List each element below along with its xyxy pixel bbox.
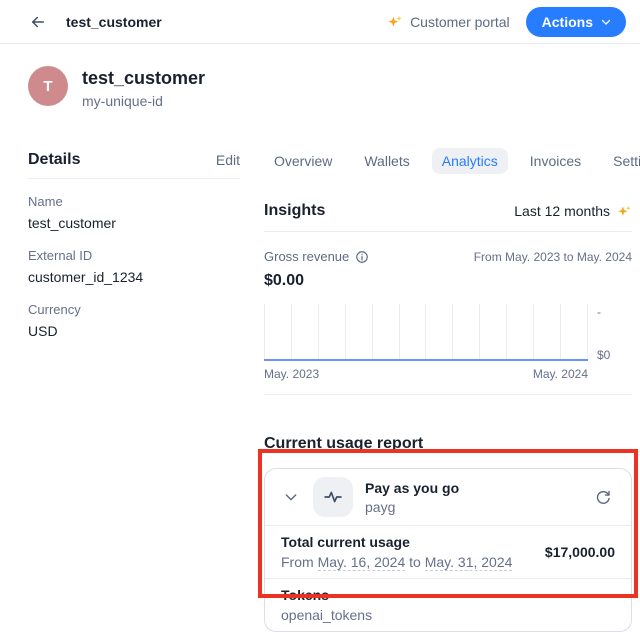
chart-zero-line	[264, 359, 588, 361]
insights-title: Insights	[264, 200, 325, 222]
period-selector[interactable]: Last 12 months	[514, 203, 632, 219]
period-end-date[interactable]: May. 31, 2024	[425, 554, 513, 571]
actions-label: Actions	[542, 14, 593, 30]
detail-field-external-id: External ID customer_id_1234	[28, 247, 240, 287]
metric-usage-row: Tokens openai_tokens	[265, 578, 631, 631]
gross-revenue-chart: May. 2023 May. 2024 - $0	[264, 304, 632, 381]
pulse-icon	[323, 487, 343, 507]
usage-report-title: Current usage report	[264, 433, 632, 455]
info-icon[interactable]	[355, 250, 369, 264]
usage-report-card: Pay as you go payg Total current usage F…	[264, 468, 632, 632]
y-axis-label-top: -	[597, 306, 632, 318]
plan-code: payg	[365, 498, 459, 516]
field-value: customer_id_1234	[28, 267, 240, 287]
refresh-usage-button[interactable]	[591, 485, 615, 509]
usage-period: From May. 16, 2024 to May. 31, 2024	[281, 553, 512, 571]
tab-wallets[interactable]: Wallets	[354, 148, 419, 174]
avatar: T	[28, 66, 68, 106]
metric-name: Tokens	[281, 586, 372, 605]
chevron-down-icon	[283, 489, 299, 505]
x-axis-label-end: May. 2024	[533, 367, 588, 381]
sparkle-icon	[387, 14, 403, 30]
chart-date-range: From May. 2023 to May. 2024	[474, 249, 632, 265]
tab-overview[interactable]: Overview	[264, 148, 342, 174]
customer-header: T test_customer my-unique-id	[0, 44, 640, 110]
back-button[interactable]	[28, 12, 48, 32]
x-axis-label-start: May. 2023	[264, 367, 319, 381]
customer-external-id: my-unique-id	[82, 92, 205, 110]
details-title: Details	[28, 151, 80, 169]
field-value: USD	[28, 321, 240, 341]
period-start-date[interactable]: May. 16, 2024	[318, 554, 406, 571]
chevron-down-icon	[600, 16, 612, 28]
plan-name: Pay as you go	[365, 479, 459, 498]
top-bar: test_customer Customer portal Actions	[0, 0, 640, 44]
field-label: External ID	[28, 247, 240, 264]
customer-portal-link[interactable]: Customer portal	[387, 14, 510, 30]
tab-invoices[interactable]: Invoices	[520, 148, 591, 174]
field-label: Name	[28, 193, 240, 210]
customer-portal-label: Customer portal	[410, 14, 510, 30]
field-value: test_customer	[28, 213, 240, 233]
details-divider	[28, 178, 240, 179]
period-label: Last 12 months	[514, 203, 610, 219]
period-separator: to	[405, 554, 424, 570]
customer-name: test_customer	[82, 66, 205, 90]
plan-icon-box	[313, 477, 353, 517]
usage-card-header: Pay as you go payg	[265, 469, 631, 525]
detail-field-name: Name test_customer	[28, 193, 240, 233]
tab-analytics[interactable]: Analytics	[432, 148, 508, 174]
chart-gridlines	[264, 304, 588, 361]
tab-bar: Overview Wallets Analytics Invoices Sett…	[264, 148, 632, 174]
y-axis-label-bottom: $0	[597, 349, 632, 361]
collapse-toggle-button[interactable]	[281, 487, 301, 507]
period-prefix: From	[281, 554, 318, 570]
gross-revenue-label: Gross revenue	[264, 249, 349, 265]
total-usage-row: Total current usage From May. 16, 2024 t…	[265, 525, 631, 578]
detail-field-currency: Currency USD	[28, 301, 240, 341]
insights-divider	[264, 231, 632, 232]
actions-button[interactable]: Actions	[526, 7, 626, 37]
metric-code: openai_tokens	[281, 606, 372, 624]
arrow-left-icon	[29, 13, 47, 31]
tab-settings[interactable]: Settings	[603, 148, 640, 174]
edit-details-button[interactable]: Edit	[216, 152, 240, 168]
sparkle-icon	[617, 204, 632, 219]
chart-bottom-divider	[264, 394, 632, 395]
refresh-icon	[595, 489, 612, 506]
total-usage-label: Total current usage	[281, 533, 512, 552]
page-title: test_customer	[66, 14, 162, 30]
total-usage-amount: $17,000.00	[545, 544, 615, 560]
details-panel: Details Edit Name test_customer External…	[28, 148, 240, 632]
chart-plot-area	[264, 304, 588, 361]
gross-revenue-value: $0.00	[264, 270, 632, 292]
field-label: Currency	[28, 301, 240, 318]
